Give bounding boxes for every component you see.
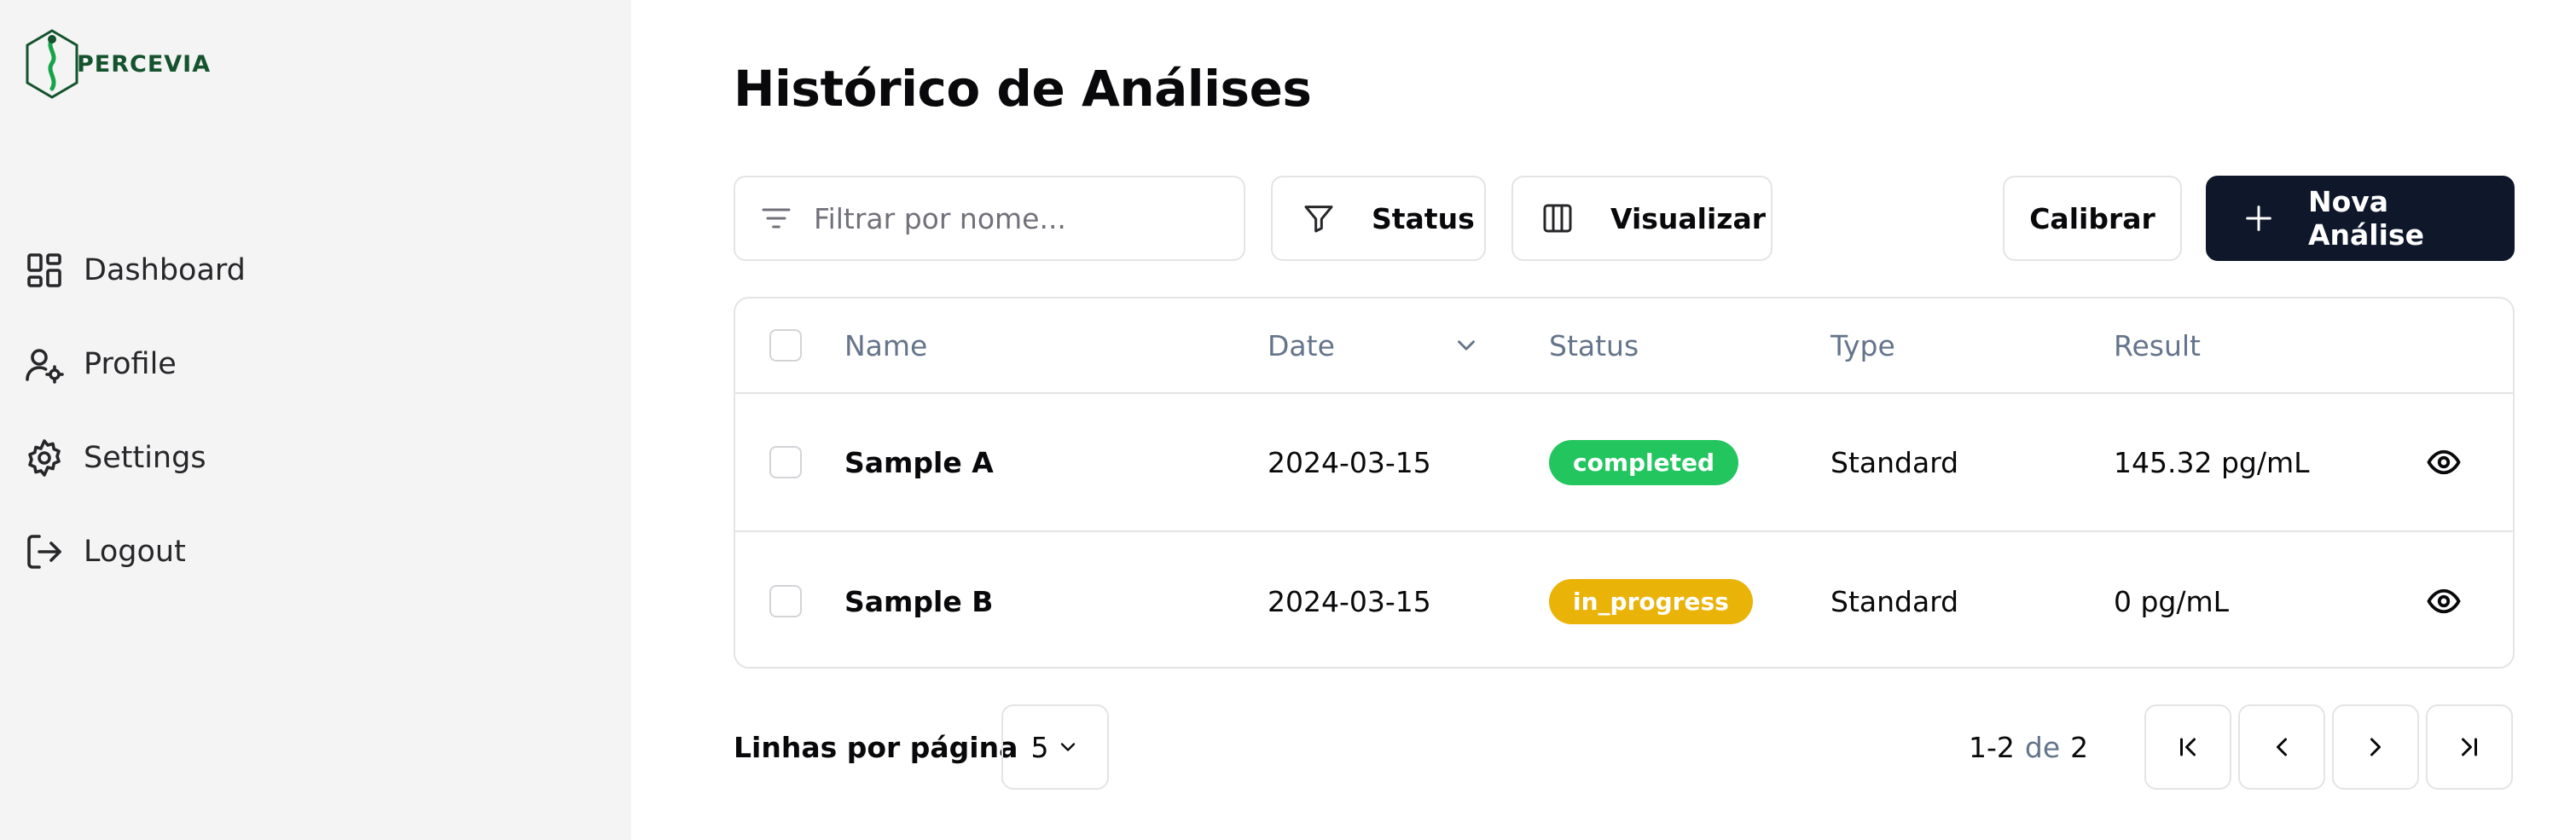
logo[interactable]: PERCEVIA: [22, 27, 211, 101]
toolbar: Status Visualizar Calibrar Nova Análise: [734, 176, 2515, 261]
sidebar-item-label: Logout: [84, 535, 186, 569]
row-select-cell: [769, 394, 802, 530]
row-action-cell: [2426, 532, 2462, 667]
range-total: 2: [2070, 730, 2089, 764]
columns-icon: [1543, 204, 1572, 233]
status-badge: completed: [1549, 439, 1739, 485]
next-page-button[interactable]: [2332, 704, 2419, 790]
row-result: 0 pg/mL: [2114, 584, 2230, 618]
sidebar-item-settings[interactable]: Settings: [24, 411, 246, 505]
chevron-right-icon: [2370, 738, 2381, 756]
row-date: 2024-03-15: [1268, 445, 1431, 479]
analyses-table: Name Date Status Type Result Sample A 20…: [734, 297, 2515, 669]
row-select-cell: [769, 532, 802, 667]
sidebar-item-label: Settings: [84, 441, 206, 475]
chevron-left-icon: [2277, 738, 2287, 756]
new-analysis-label: Nova Análise: [2308, 185, 2424, 252]
sidebar-item-label: Dashboard: [84, 253, 246, 287]
eye-icon[interactable]: [2426, 444, 2462, 480]
row-action-cell: [2426, 394, 2462, 530]
status-badge: in_progress: [1549, 578, 1753, 624]
view-columns-label: Visualizar: [1610, 201, 1767, 235]
first-page-button[interactable]: [2144, 704, 2231, 790]
rows-per-page-select[interactable]: 5: [1001, 704, 1109, 790]
sidebar-item-label: Profile: [84, 347, 177, 381]
pagination-bar: Linhas por página 5 1-2 de 2: [734, 704, 2515, 790]
chevron-down-icon[interactable]: [1452, 331, 1481, 360]
last-page-button[interactable]: [2426, 704, 2513, 790]
sidebar-item-logout[interactable]: Logout: [24, 505, 246, 599]
date-sort-cell: [1452, 298, 1481, 392]
gear-icon: [28, 439, 61, 477]
logout-icon: [27, 535, 61, 569]
table-row[interactable]: Sample A 2024-03-15 completed Standard 1…: [735, 394, 2513, 532]
column-header-name[interactable]: Name: [844, 298, 927, 392]
chevron-down-icon: [1060, 743, 1075, 751]
search-box[interactable]: [734, 176, 1245, 261]
rows-per-page-label: Linhas por página: [734, 730, 1018, 764]
range-current: 1-2: [1969, 730, 2015, 764]
chevrons-last-icon: [2462, 738, 2477, 756]
sidebar-item-dashboard[interactable]: Dashboard: [24, 223, 246, 317]
table-row[interactable]: Sample B 2024-03-15 in_progress Standard…: [735, 532, 2513, 667]
row-checkbox[interactable]: [769, 446, 802, 478]
select-all-checkbox[interactable]: [769, 329, 802, 362]
previous-page-button[interactable]: [2238, 704, 2325, 790]
funnel-icon: [1304, 206, 1333, 233]
row-status-cell: completed: [1549, 394, 1739, 530]
rows-per-page-value: 5: [1030, 730, 1049, 764]
eye-icon[interactable]: [2426, 583, 2462, 619]
row-status-cell: in_progress: [1549, 532, 1753, 667]
status-filter-button[interactable]: Status: [1271, 176, 1486, 261]
sidebar: PERCEVIA Dashboard Profile Settings Logo…: [0, 0, 631, 840]
sidebar-nav: Dashboard Profile Settings Logout: [24, 223, 246, 599]
brand-name: PERCEVIA: [77, 50, 212, 78]
column-header-date[interactable]: Date: [1268, 298, 1335, 392]
select-all-cell: [769, 298, 802, 392]
row-result: 145.32 pg/mL: [2114, 445, 2310, 479]
row-type: Standard: [1830, 584, 1959, 618]
range-of: de: [2024, 730, 2061, 764]
row-date: 2024-03-15: [1268, 584, 1431, 618]
new-analysis-button[interactable]: Nova Análise: [2206, 176, 2515, 261]
chevrons-first-icon: [2180, 738, 2196, 756]
plus-icon: [2246, 206, 2271, 231]
calibrate-label: Calibrar: [2029, 201, 2155, 235]
calibrate-button[interactable]: Calibrar: [2003, 176, 2182, 261]
filter-lines-icon: [762, 208, 791, 229]
table-header-row: Name Date Status Type Result: [735, 298, 2513, 394]
column-header-type[interactable]: Type: [1830, 298, 1895, 392]
status-filter-label: Status: [1372, 201, 1475, 235]
dashboard-grid-icon: [27, 253, 61, 287]
column-header-status[interactable]: Status: [1549, 298, 1639, 392]
row-type: Standard: [1830, 445, 1959, 479]
user-settings-icon: [26, 349, 64, 384]
pagination-range: 1-2 de 2: [1969, 704, 2088, 790]
percevia-logo-icon: [26, 29, 78, 99]
view-columns-button[interactable]: Visualizar: [1511, 176, 1772, 261]
main-content: Histórico de Análises Status Visualizar …: [734, 0, 2515, 840]
page-title: Histórico de Análises: [734, 60, 1312, 118]
search-input[interactable]: [814, 201, 1223, 235]
row-name: Sample A: [844, 445, 994, 479]
row-name: Sample B: [844, 584, 994, 618]
row-checkbox[interactable]: [769, 585, 802, 617]
column-header-result[interactable]: Result: [2114, 298, 2201, 392]
sidebar-item-profile[interactable]: Profile: [24, 317, 246, 411]
